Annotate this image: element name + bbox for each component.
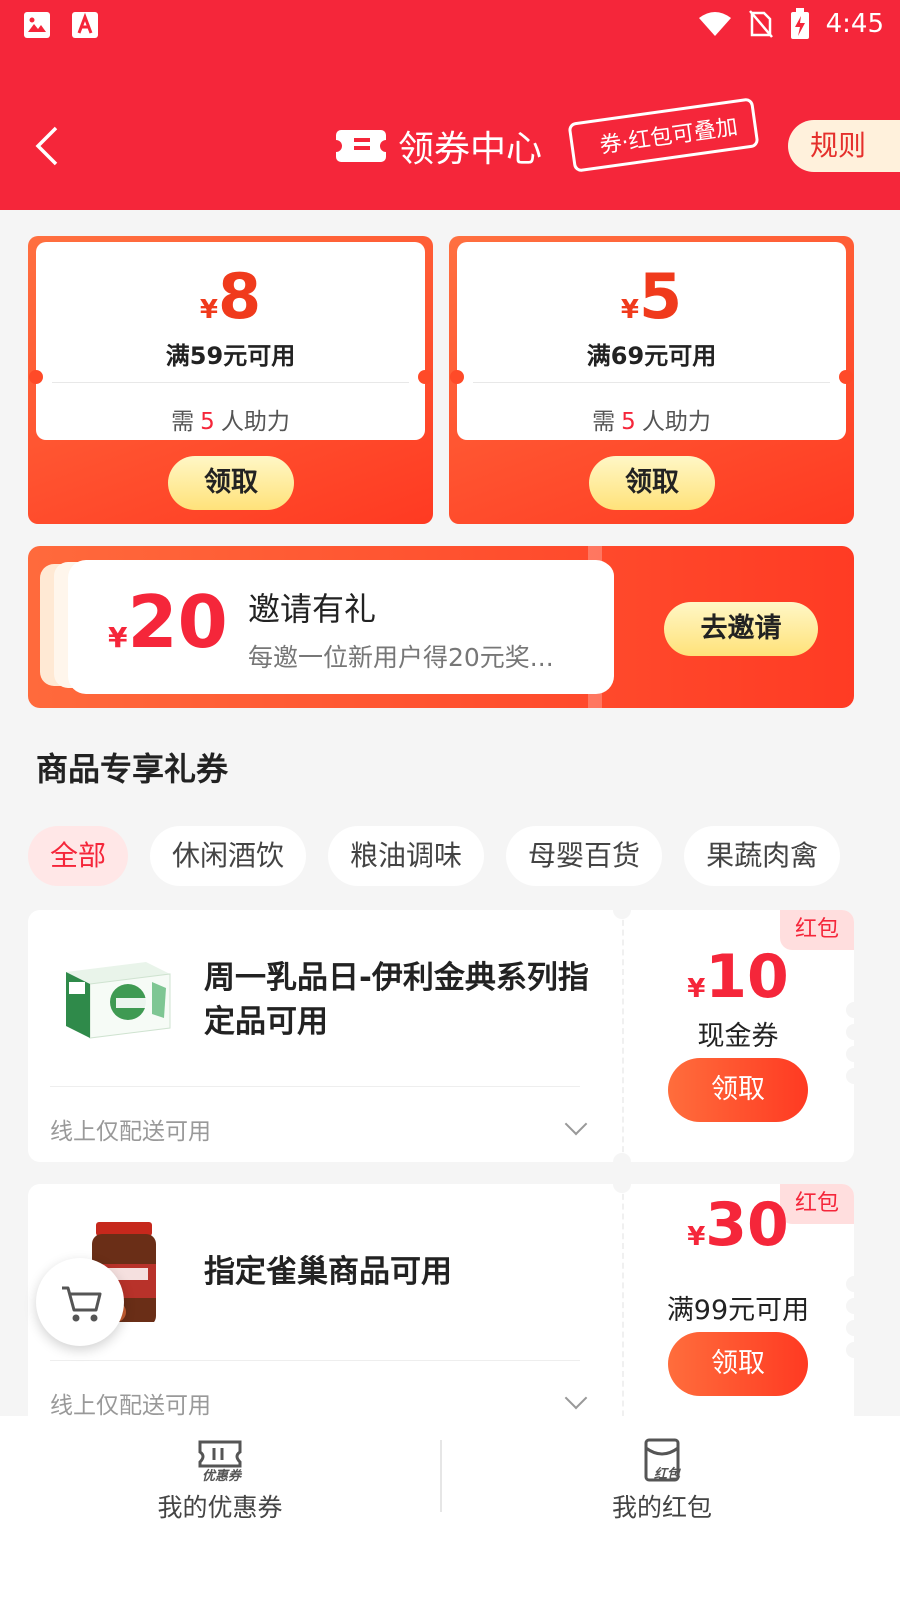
- page-title-text: 领券中心: [398, 129, 543, 170]
- back-button[interactable]: [30, 124, 70, 168]
- tab-snacks-drinks[interactable]: 休闲酒饮: [150, 826, 307, 886]
- usage-note: 线上仅配送可用: [50, 1119, 211, 1145]
- claim-button[interactable]: 领取: [589, 456, 715, 510]
- invite-banner[interactable]: ¥20 邀请有礼 每邀一位新用户得20元奖... 去邀请: [28, 546, 854, 708]
- status-time: 4:45: [825, 9, 884, 39]
- invite-title: 邀请有礼: [248, 590, 377, 628]
- assist-requirement: 需 5 人助力: [171, 409, 290, 435]
- tab-baby-goods[interactable]: 母婴百货: [506, 826, 663, 886]
- coupon-amount: ¥5: [620, 260, 683, 333]
- stack-badge: 券·红包可叠加: [567, 97, 760, 173]
- section-title: 商品专享礼券: [36, 750, 229, 788]
- header-bar: 4:45 领券中心 券·红包可叠加 规则: [0, 0, 900, 210]
- red-packet-icon: 红包: [636, 1438, 688, 1482]
- image-icon: [24, 12, 50, 38]
- app-a-icon: [72, 12, 98, 38]
- coupon-amount: ¥30: [687, 1190, 789, 1260]
- no-sim-icon: [748, 10, 773, 38]
- tab-produce-meat[interactable]: 果蔬肉禽: [684, 826, 841, 886]
- product-coupon-card: 指定雀巢商品可用 线上仅配送可用 红包 ¥30 满99元可用 领取: [28, 1175, 854, 1445]
- floating-cart-button[interactable]: [36, 1258, 124, 1346]
- claim-button[interactable]: 领取: [168, 456, 294, 510]
- divider: [473, 382, 830, 383]
- nav-label: 我的优惠券: [157, 1493, 283, 1522]
- bottom-nav: 优惠券 我的优惠券 红包 我的红包: [0, 1416, 900, 1600]
- coupon-amount: ¥10: [687, 942, 789, 1012]
- chevron-down-icon[interactable]: [564, 1112, 588, 1136]
- divider: [52, 382, 409, 383]
- coupon-amount: ¥8: [199, 260, 262, 333]
- rules-button[interactable]: 规则: [788, 120, 900, 172]
- coupon-condition: 满69元可用: [586, 342, 717, 370]
- invite-amount: ¥20: [108, 580, 228, 664]
- product-coupon-card: 周一乳品日-伊利金典系列指定品可用 线上仅配送可用 红包 ¥10 现金券 领取: [28, 901, 854, 1171]
- wifi-icon: [698, 12, 731, 36]
- tab-all[interactable]: 全部: [28, 826, 129, 886]
- coupon-icon-text: 优惠券: [202, 1468, 243, 1482]
- nav-my-red-packets[interactable]: 红包 我的红包: [562, 1438, 762, 1524]
- nav-label: 我的红包: [611, 1493, 712, 1522]
- product-image-milk-box: [56, 948, 176, 1048]
- chevron-down-icon[interactable]: [564, 1386, 588, 1410]
- coupon-condition: 满59元可用: [165, 342, 296, 370]
- coupon-kind: 满99元可用: [666, 1295, 810, 1326]
- coupon-title: 周一乳品日-伊利金典系列指定品可用: [204, 960, 589, 1040]
- category-tabs: 全部 休闲酒饮 粮油调味 母婴百货 果蔬肉禽: [28, 826, 841, 886]
- claim-button[interactable]: 领取: [668, 1332, 808, 1396]
- nav-my-coupons[interactable]: 优惠券 我的优惠券: [120, 1438, 320, 1524]
- red-packet-icon-text: 红包: [654, 1466, 681, 1482]
- back-chevron-icon: [35, 126, 58, 166]
- invite-button[interactable]: 去邀请: [664, 602, 818, 656]
- usage-note: 线上仅配送可用: [50, 1393, 211, 1419]
- cart-icon: [62, 1286, 102, 1322]
- coupon-kind: 现金券: [697, 1021, 779, 1052]
- status-bar: 4:45: [0, 0, 900, 50]
- assist-coupon-card: ¥5 满69元可用 需 5 人助力 领取: [449, 236, 854, 524]
- assist-requirement: 需 5 人助力: [592, 409, 711, 435]
- battery-charging-icon: [790, 8, 809, 39]
- tab-grain-oil[interactable]: 粮油调味: [328, 826, 485, 886]
- assist-coupon-card: ¥8 满59元可用 需 5 人助力 领取: [28, 236, 433, 524]
- coupon-title: 指定雀巢商品可用: [204, 1254, 452, 1290]
- coupon-icon: 优惠券: [194, 1438, 246, 1484]
- ticket-icon: [330, 130, 392, 162]
- invite-subtitle: 每邀一位新用户得20元奖...: [248, 643, 554, 672]
- page-title: 领券中心: [330, 120, 543, 172]
- claim-button[interactable]: 领取: [668, 1058, 808, 1122]
